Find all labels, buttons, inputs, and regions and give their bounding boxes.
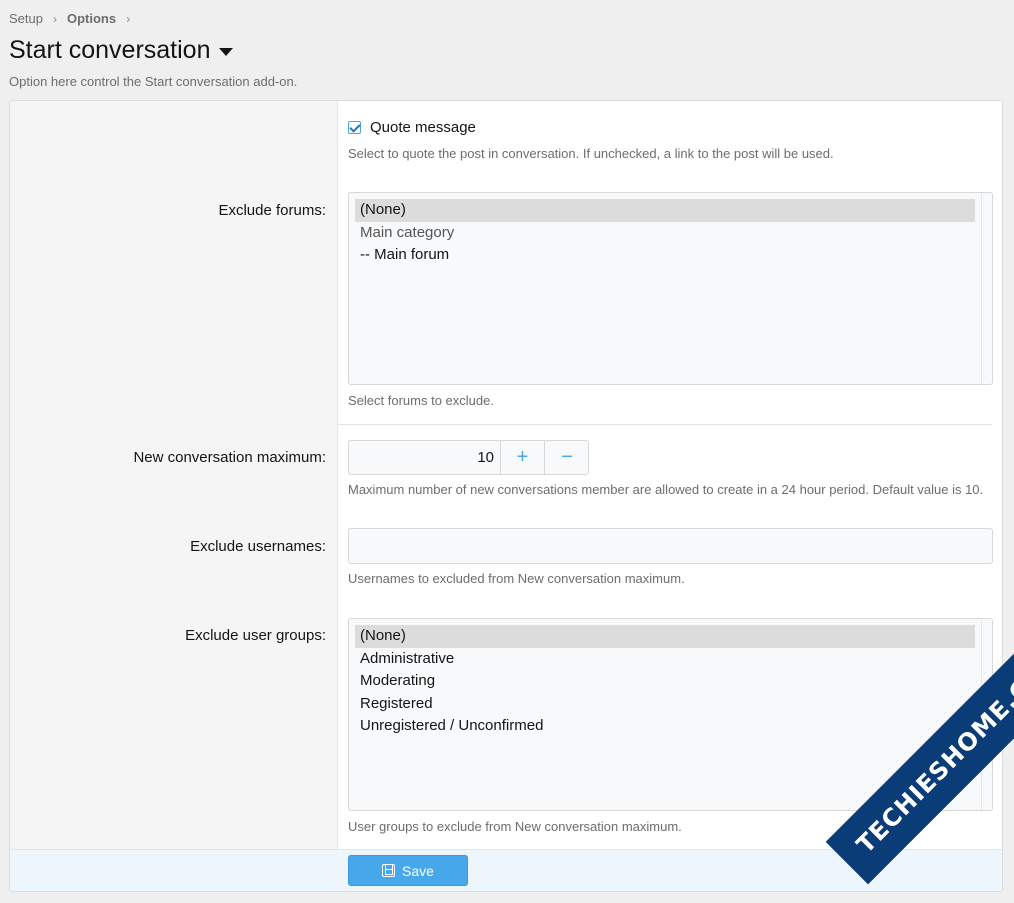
- exclude-forums-help: Select forums to exclude.: [348, 393, 494, 408]
- quote-message-help: Select to quote the post in conversation…: [348, 146, 834, 161]
- new-conversation-maximum-stepper: 10 + −: [348, 440, 589, 475]
- exclude-forums-select[interactable]: (None) Main category -- Main forum: [348, 192, 993, 385]
- exclude-user-groups-option[interactable]: Moderating: [355, 670, 975, 693]
- exclude-user-groups-label: Exclude user groups:: [185, 627, 326, 644]
- caret-down-icon[interactable]: [218, 48, 233, 56]
- quote-message-label[interactable]: Quote message: [370, 119, 476, 136]
- page-description: Option here control the Start conversati…: [9, 74, 298, 89]
- exclude-user-groups-help: User groups to exclude from New conversa…: [348, 819, 682, 834]
- exclude-forums-option[interactable]: Main category: [355, 222, 975, 245]
- exclude-user-groups-option[interactable]: Administrative: [355, 648, 975, 671]
- exclude-forums-option[interactable]: -- Main forum: [355, 244, 975, 267]
- breadcrumb: Setup › Options ›: [9, 11, 130, 26]
- exclude-usernames-input[interactable]: [348, 528, 993, 564]
- exclude-user-groups-option[interactable]: Registered: [355, 693, 975, 716]
- page-title-text: Start conversation: [9, 36, 211, 64]
- decrement-button[interactable]: −: [545, 441, 589, 474]
- exclude-forums-scrollbar[interactable]: [981, 193, 992, 384]
- exclude-usernames-help: Usernames to excluded from New conversat…: [348, 571, 685, 586]
- new-conversation-maximum-label: New conversation maximum:: [133, 449, 326, 466]
- exclude-forums-option[interactable]: (None): [355, 199, 975, 222]
- options-panel: Quote message Select to quote the post i…: [9, 100, 1003, 892]
- quote-message-row[interactable]: Quote message: [348, 119, 476, 136]
- save-button-label: Save: [402, 862, 434, 879]
- breadcrumb-item-options[interactable]: Options: [67, 11, 116, 26]
- increment-button[interactable]: +: [501, 441, 545, 474]
- save-button[interactable]: Save: [348, 855, 468, 886]
- exclude-user-groups-option[interactable]: Unregistered / Unconfirmed: [355, 715, 975, 738]
- section-divider: [338, 424, 992, 425]
- new-conversation-maximum-help: Maximum number of new conversations memb…: [348, 482, 984, 497]
- exclude-usernames-label: Exclude usernames:: [190, 538, 326, 555]
- breadcrumb-item-setup[interactable]: Setup: [9, 11, 43, 26]
- page-title[interactable]: Start conversation: [9, 36, 233, 65]
- chevron-right-icon: ›: [52, 11, 57, 26]
- quote-message-checkbox[interactable]: [348, 121, 361, 134]
- chevron-right-icon: ›: [126, 11, 131, 26]
- exclude-user-groups-option[interactable]: (None): [355, 625, 975, 648]
- save-icon: [382, 864, 396, 877]
- exclude-forums-label: Exclude forums:: [218, 202, 326, 219]
- new-conversation-maximum-input[interactable]: 10: [349, 441, 501, 474]
